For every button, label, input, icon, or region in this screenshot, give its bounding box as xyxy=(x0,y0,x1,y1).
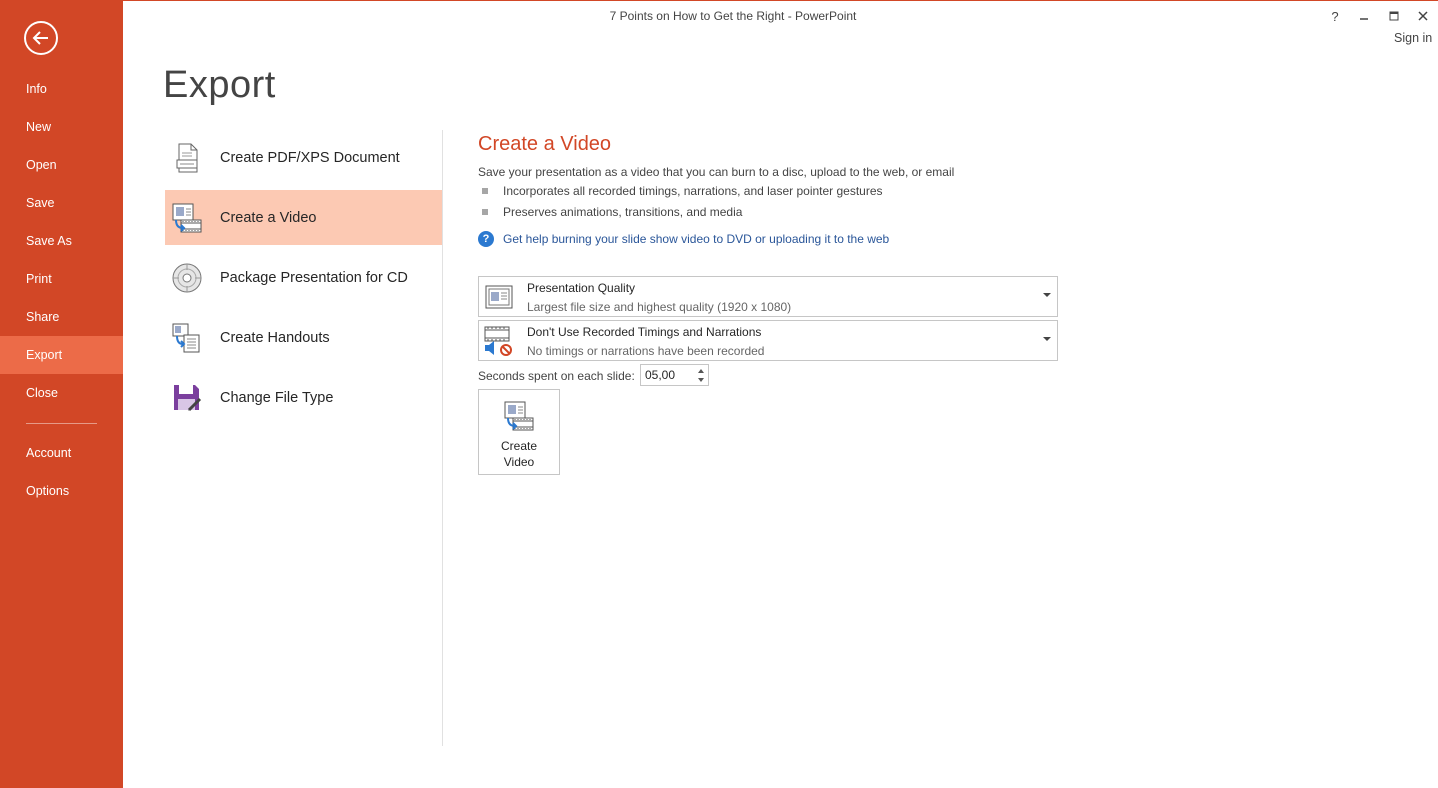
seconds-label: Seconds spent on each slide: xyxy=(478,369,635,383)
bullet-item: Incorporates all recorded timings, narra… xyxy=(482,184,883,198)
bullet-marker xyxy=(482,209,488,215)
option-change-file-type[interactable]: Change File Type xyxy=(165,370,442,425)
timings-main-text: Don't Use Recorded Timings and Narration… xyxy=(527,325,762,339)
create-video-button[interactable]: Create Video xyxy=(478,389,560,475)
sidebar-divider xyxy=(26,423,97,424)
sidebar-item-new[interactable]: New xyxy=(0,108,123,146)
help-icon[interactable]: ? xyxy=(1325,6,1345,26)
save-file-type-icon xyxy=(171,382,203,414)
timings-dropdown[interactable]: Don't Use Recorded Timings and Narration… xyxy=(478,320,1058,361)
bullet-item: Preserves animations, transitions, and m… xyxy=(482,205,742,219)
export-options-list: Create PDF/XPS Document Create a Video P… xyxy=(165,130,442,430)
pane-divider xyxy=(442,130,443,746)
sidebar-item-open[interactable]: Open xyxy=(0,146,123,184)
cd-icon xyxy=(171,262,203,294)
sidebar-item-save[interactable]: Save xyxy=(0,184,123,222)
detail-title: Create a Video xyxy=(478,133,612,155)
maximize-icon[interactable] xyxy=(1384,6,1404,26)
timings-sub-text: No timings or narrations have been recor… xyxy=(527,344,765,358)
chevron-down-icon[interactable] xyxy=(1043,337,1051,341)
option-label: Package Presentation for CD xyxy=(220,269,408,286)
window-title: 7 Points on How to Get the Right - Power… xyxy=(609,9,857,23)
sidebar-item-account[interactable]: Account xyxy=(0,434,123,472)
quality-dropdown[interactable]: Presentation Quality Largest file size a… xyxy=(478,276,1058,317)
sign-in-link[interactable]: Sign in xyxy=(1394,31,1438,45)
bullet-text: Preserves animations, transitions, and m… xyxy=(503,205,743,219)
create-video-label-line2: Video xyxy=(503,455,535,469)
sidebar-item-print[interactable]: Print xyxy=(0,260,123,298)
video-icon xyxy=(171,202,203,234)
create-video-label: Create Video xyxy=(489,438,549,470)
minimize-icon[interactable] xyxy=(1354,6,1374,26)
option-label: Change File Type xyxy=(220,389,334,406)
quality-main-text: Presentation Quality xyxy=(527,281,636,295)
back-arrow-icon[interactable] xyxy=(24,21,58,55)
bullet-text: Incorporates all recorded timings, narra… xyxy=(503,184,883,198)
option-create-video[interactable]: Create a Video xyxy=(165,190,442,245)
question-mark-icon: ? xyxy=(478,231,494,247)
sidebar-item-share[interactable]: Share xyxy=(0,298,123,336)
sidebar-item-close[interactable]: Close xyxy=(0,374,123,412)
option-label: Create PDF/XPS Document xyxy=(220,149,400,166)
help-link-text[interactable]: Get help burning your slide show video t… xyxy=(503,232,889,246)
create-video-icon xyxy=(504,401,534,431)
help-link[interactable]: ? Get help burning your slide show video… xyxy=(478,231,889,247)
title-bar-accent xyxy=(123,0,1438,1)
option-create-pdf-xps[interactable]: Create PDF/XPS Document xyxy=(165,130,442,185)
bullet-marker xyxy=(482,188,488,194)
option-label: Create a Video xyxy=(220,209,317,226)
backstage-sidebar: Info New Open Save Save As Print Share E… xyxy=(0,0,123,788)
spin-up-icon[interactable] xyxy=(697,368,704,373)
no-timings-narration-icon xyxy=(483,325,515,357)
sidebar-item-info[interactable]: Info xyxy=(0,70,123,108)
sidebar-item-export[interactable]: Export xyxy=(0,336,123,374)
sidebar-item-save-as[interactable]: Save As xyxy=(0,222,123,260)
page-title: Export xyxy=(163,64,276,106)
close-window-icon[interactable] xyxy=(1413,6,1433,26)
option-create-handouts[interactable]: Create Handouts xyxy=(165,310,442,365)
presentation-quality-icon xyxy=(483,281,515,313)
create-video-label-line1: Create xyxy=(500,439,538,453)
detail-description: Save your presentation as a video that y… xyxy=(478,165,955,179)
spin-down-icon[interactable] xyxy=(697,377,704,382)
seconds-spinner[interactable] xyxy=(694,366,707,384)
handouts-icon xyxy=(171,322,203,354)
chevron-down-icon[interactable] xyxy=(1043,293,1051,297)
sidebar-item-options[interactable]: Options xyxy=(0,472,123,510)
pdf-document-icon xyxy=(171,142,203,174)
option-label: Create Handouts xyxy=(220,329,330,346)
quality-sub-text: Largest file size and highest quality (1… xyxy=(527,300,792,314)
option-package-cd[interactable]: Package Presentation for CD xyxy=(165,250,442,305)
